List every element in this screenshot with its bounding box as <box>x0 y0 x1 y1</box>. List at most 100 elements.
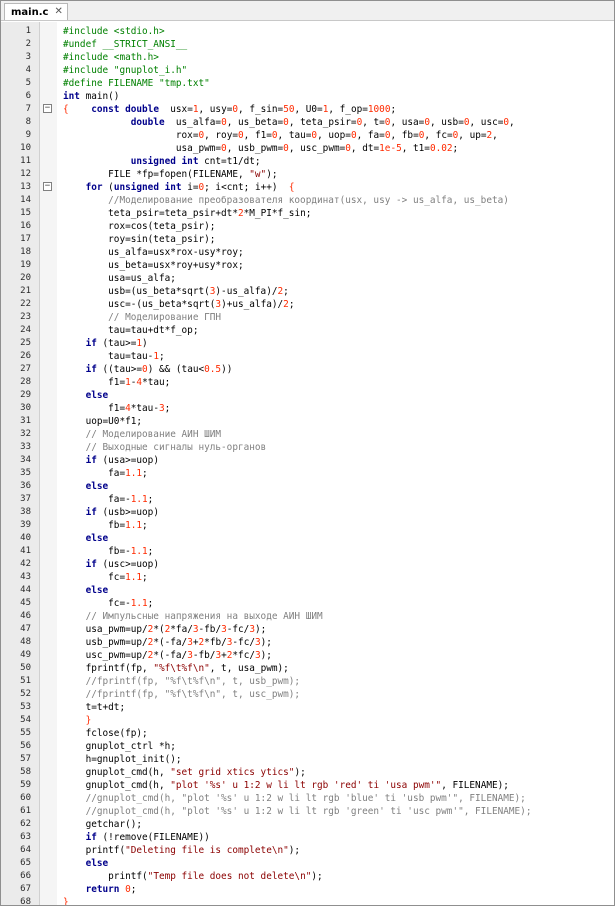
fold-toggle-icon[interactable]: − <box>43 104 52 113</box>
line-number: 11 <box>20 156 31 166</box>
code-line[interactable]: 45 fc=-1.1; <box>1 597 614 610</box>
code-line[interactable]: 8 double us_alfa=0, us_beta=0, teta_psir… <box>1 116 614 129</box>
code-token: ; <box>288 299 295 310</box>
code-token: ((tau>= <box>96 364 143 375</box>
code-line[interactable]: 15 teta_psir=teta_psir+dt*2*M_PI*f_sin; <box>1 207 614 220</box>
code-line[interactable]: 24 tau=tau+dt*f_op; <box>1 324 614 337</box>
line-number: 68 <box>20 897 31 906</box>
code-token: , uop= <box>317 130 351 141</box>
code-line[interactable]: 27 if ((tau>=0) && (tau<0.5)) <box>1 363 614 376</box>
code-line[interactable]: 29 else <box>1 389 614 402</box>
code-token: usa_pwm=up/ <box>63 624 148 635</box>
code-line[interactable]: 23 // Моделирование ГПН <box>1 311 614 324</box>
code-line[interactable]: 54 } <box>1 714 614 727</box>
code-line[interactable]: 50 fprintf(fp, "%f\t%f\n", t, usa_pwm); <box>1 662 614 675</box>
code-line[interactable]: 52 //fprintf(fp, "%f\t%f\n", t, usc_pwm)… <box>1 688 614 701</box>
code-line[interactable]: 19 us_beta=usx*roy+usy*rox; <box>1 259 614 272</box>
code-line[interactable]: 7 − { const double usx=1, usy=0, f_sin=50,… <box>1 103 614 116</box>
code-line[interactable]: 20 usa=us_alfa; <box>1 272 614 285</box>
code-line[interactable]: 55 fclose(fp); <box>1 727 614 740</box>
code-line[interactable]: 4 #include "gnuplot_i.h" <box>1 64 614 77</box>
code-line[interactable]: 56 gnuplot_ctrl *h; <box>1 740 614 753</box>
code-area[interactable]: 1 #include <stdio.h> 2 #undef __STRICT_ANSI… <box>1 22 614 906</box>
tab-main-c[interactable]: main.c ✕ <box>4 3 68 20</box>
code-line[interactable]: 9 rox=0, roy=0, f1=0, tau=0, uop=0, fa=0… <box>1 129 614 142</box>
code-line[interactable]: 1 #include <stdio.h> <box>1 25 614 38</box>
code-text: us_alfa=usx*rox-usy*roy; <box>63 246 243 259</box>
code-line[interactable]: 58 gnuplot_cmd(h, "set grid xtics ytics"… <box>1 766 614 779</box>
code-line[interactable]: 25 if (tau>=1) <box>1 337 614 350</box>
code-line[interactable]: 39 fb=1.1; <box>1 519 614 532</box>
code-text: fc=1.1; <box>63 571 148 584</box>
fold-toggle-icon[interactable]: − <box>43 182 52 191</box>
code-line[interactable]: 46 // Импульсные напряжения на выходе АИ… <box>1 610 614 623</box>
code-line[interactable]: 22 usc=-(us_beta*sqrt(3)+us_alfa)/2; <box>1 298 614 311</box>
code-line[interactable]: 63 if (!remove(FILENAME)) <box>1 831 614 844</box>
close-icon[interactable]: ✕ <box>54 7 62 17</box>
code-token: if <box>85 455 97 466</box>
code-line[interactable]: 10 usa_pwm=0, usb_pwm=0, usc_pwm=0, dt=1… <box>1 142 614 155</box>
code-line[interactable]: 43 fc=1.1; <box>1 571 614 584</box>
code-line[interactable]: 31 uop=U0*f1; <box>1 415 614 428</box>
code-line[interactable]: 60 //gnuplot_cmd(h, "plot '%s' u 1:2 w l… <box>1 792 614 805</box>
code-line[interactable]: 11 unsigned int cnt=t1/dt; <box>1 155 614 168</box>
line-number: 48 <box>20 637 31 647</box>
line-number: 62 <box>20 819 31 829</box>
code-line[interactable]: 67 return 0; <box>1 883 614 896</box>
code-line[interactable]: 61 //gnuplot_cmd(h, "plot '%s' u 1:2 w l… <box>1 805 614 818</box>
code-line[interactable]: 5 #define FILENAME "tmp.txt" <box>1 77 614 90</box>
code-token: //Моделирование преобразователя координа… <box>63 195 509 206</box>
code-line[interactable]: 62 getchar(); <box>1 818 614 831</box>
code-token: // Моделирование АИН ШИМ <box>63 429 222 440</box>
code-line[interactable]: 34 if (usa>=uop) <box>1 454 614 467</box>
code-token: ( <box>102 182 114 193</box>
code-line[interactable]: 48 usb_pwm=up/2*(-fa/3+2*fb/3-fc/3); <box>1 636 614 649</box>
code-line[interactable]: 57 h=gnuplot_init(); <box>1 753 614 766</box>
code-token: ); <box>260 637 272 648</box>
code-line[interactable]: 35 fa=1.1; <box>1 467 614 480</box>
code-line[interactable]: 65 else <box>1 857 614 870</box>
tab-label: main.c <box>11 6 49 18</box>
line-number: 36 <box>20 481 31 491</box>
line-number: 39 <box>20 520 31 530</box>
code-line[interactable]: 66 printf("Temp file does not delete\n")… <box>1 870 614 883</box>
code-line[interactable]: 40 else <box>1 532 614 545</box>
code-line[interactable]: 59 gnuplot_cmd(h, "plot '%s' u 1:2 w li … <box>1 779 614 792</box>
code-token: , f_sin= <box>238 104 284 115</box>
code-line[interactable]: 12 FILE *fp=fopen(FILENAME, "w"); <box>1 168 614 181</box>
code-line[interactable]: 6 int main() <box>1 90 614 103</box>
code-line[interactable]: 33 // Выходные сигналы нуль-органов <box>1 441 614 454</box>
code-line[interactable]: 38 if (usb>=uop) <box>1 506 614 519</box>
code-line[interactable]: 51 //fprintf(fp, "%f\t%f\n", t, usb_pwm)… <box>1 675 614 688</box>
code-text: gnuplot_cmd(h, "set grid xtics ytics"); <box>63 766 306 779</box>
code-line[interactable]: 30 f1=4*tau-3; <box>1 402 614 415</box>
line-number: 46 <box>20 611 31 621</box>
code-token: t=t+dt; <box>63 702 126 713</box>
code-line[interactable]: 21 usb=(us_beta*sqrt(3)-us_alfa)/2; <box>1 285 614 298</box>
code-line[interactable]: 36 else <box>1 480 614 493</box>
code-line[interactable]: 42 if (usc>=uop) <box>1 558 614 571</box>
code-line[interactable]: 26 tau=tau-1; <box>1 350 614 363</box>
code-line[interactable]: 3 #include <math.h> <box>1 51 614 64</box>
code-token: 1.1 <box>130 494 148 505</box>
code-line[interactable]: 16 rox=cos(teta_psir); <box>1 220 614 233</box>
code-line[interactable]: 32 // Моделирование АИН ШИМ <box>1 428 614 441</box>
code-text: printf("Deleting file is complete\n"); <box>63 844 301 857</box>
code-line[interactable]: 53 t=t+dt; <box>1 701 614 714</box>
code-line[interactable]: 44 else <box>1 584 614 597</box>
code-line[interactable]: 18 us_alfa=usx*rox-usy*roy; <box>1 246 614 259</box>
code-line[interactable]: 49 usc_pwm=up/2*(-fa/3-fb/3+2*fc/3); <box>1 649 614 662</box>
code-line[interactable]: 37 fa=-1.1; <box>1 493 614 506</box>
code-line[interactable]: 17 roy=sin(teta_psir); <box>1 233 614 246</box>
code-line[interactable]: 64 printf("Deleting file is complete\n")… <box>1 844 614 857</box>
code-line[interactable]: 41 fb=-1.1; <box>1 545 614 558</box>
code-line[interactable]: 13 − for (unsigned int i=0; i<cnt; i++) { <box>1 181 614 194</box>
code-line[interactable]: 68} <box>1 896 614 906</box>
code-token: ); <box>254 624 267 635</box>
code-line[interactable]: 47 usa_pwm=up/2*(2*fa/3-fb/3-fc/3); <box>1 623 614 636</box>
code-line[interactable]: 28 f1=1-4*tau; <box>1 376 614 389</box>
code-line[interactable]: 14 //Моделирование преобразователя коорд… <box>1 194 614 207</box>
code-line[interactable]: 2 #undef __STRICT_ANSI__ <box>1 38 614 51</box>
